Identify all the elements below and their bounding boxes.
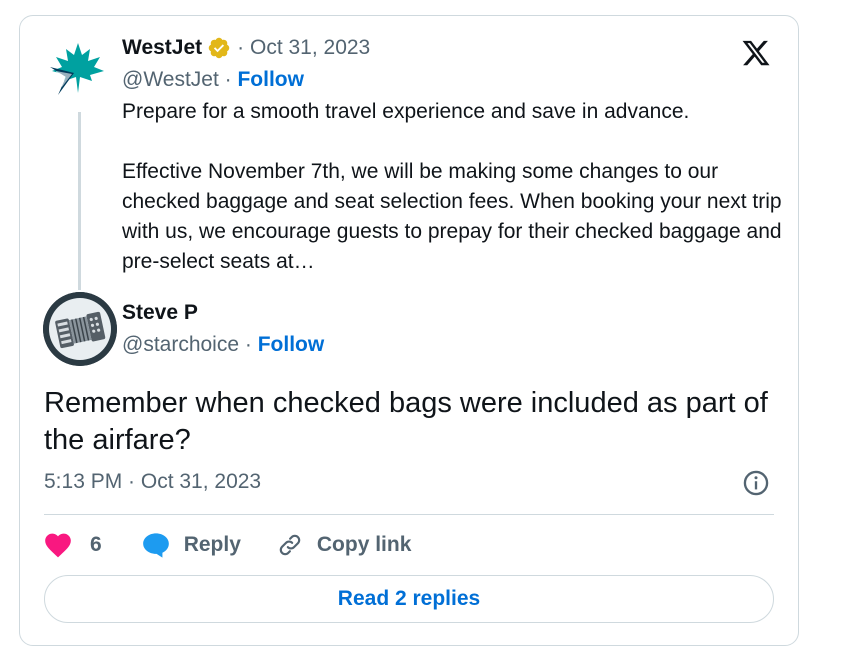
westjet-logo-icon	[50, 43, 104, 95]
follow-link[interactable]: Follow	[258, 333, 325, 356]
parent-tweet-body[interactable]: Prepare for a smooth travel experience a…	[122, 97, 782, 277]
reply-label: Reply	[183, 533, 241, 556]
post-date[interactable]: · Oct 31, 2023	[237, 36, 370, 60]
copy-link-button[interactable]: Copy link	[277, 532, 412, 558]
parent-tweet-header: WestJet · Oct 31, 2023	[122, 36, 370, 60]
info-icon[interactable]	[742, 469, 770, 497]
parent-tweet-subline: @WestJet · Follow	[122, 68, 304, 92]
author-handle[interactable]: @WestJet	[122, 68, 219, 91]
read-replies-button[interactable]: Read 2 replies	[44, 575, 774, 623]
parent-tweet-text-line1: Prepare for a smooth travel experience a…	[122, 100, 690, 123]
reply-author-name[interactable]: Steve P	[122, 301, 198, 325]
reply-tweet-text: Remember when checked bags were included…	[44, 387, 768, 456]
link-icon	[279, 534, 301, 556]
verified-badge-icon	[208, 37, 230, 59]
westjet-avatar[interactable]	[44, 37, 112, 105]
reply-timestamp[interactable]: 5:13 PM · Oct 31, 2023	[44, 470, 261, 494]
reply-tweet-subline: @starchoice · Follow	[122, 333, 324, 357]
reply-author-handle[interactable]: @starchoice	[122, 333, 239, 356]
thread-connector-line	[78, 112, 81, 290]
heart-icon	[45, 533, 71, 558]
follow-link[interactable]: Follow	[237, 68, 304, 91]
separator-dot: ·	[239, 333, 258, 356]
action-bar: 6 Reply Copy link	[44, 530, 411, 560]
steve-avatar[interactable]	[43, 292, 117, 366]
copy-link-label: Copy link	[316, 533, 412, 556]
divider	[44, 514, 774, 515]
speech-bubble-icon	[142, 533, 169, 558]
x-logo-icon[interactable]	[740, 38, 772, 68]
separator-dot: ·	[218, 68, 238, 91]
parent-tweet-text-line2: Effective November 7th, we will be makin…	[122, 160, 782, 273]
accordion-avatar-icon	[43, 292, 117, 366]
author-name[interactable]: WestJet	[122, 36, 202, 60]
like-button[interactable]: 6	[44, 532, 102, 558]
reply-button[interactable]: Reply	[142, 532, 241, 558]
like-count: 6	[90, 533, 102, 556]
read-replies-label: Read 2 replies	[337, 587, 481, 610]
